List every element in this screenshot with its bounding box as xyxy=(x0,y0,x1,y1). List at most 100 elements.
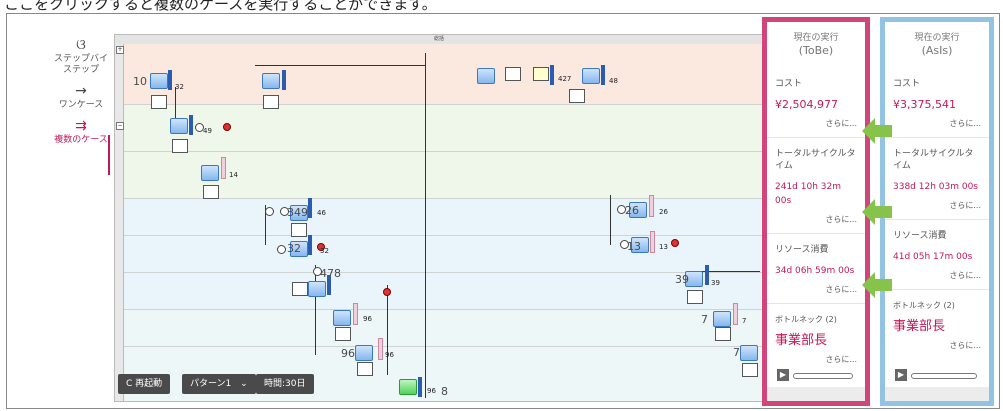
cost-section: コスト ¥2,504,977 さらに... xyxy=(767,78,865,138)
mode-one-case[interactable]: → ワンケース xyxy=(52,83,110,111)
swimlane xyxy=(124,310,763,347)
node-count: 32 xyxy=(175,83,184,91)
comparison-arrow-icon xyxy=(862,118,892,144)
process-node[interactable] xyxy=(582,68,600,84)
document-icon xyxy=(335,327,351,341)
queue-bar xyxy=(353,303,358,325)
multi-arrow-icon: ⇉ xyxy=(75,118,87,134)
flow-edge xyxy=(255,65,425,66)
step-icon: ଓ xyxy=(76,37,86,53)
process-node[interactable] xyxy=(477,68,495,84)
node-count: 7 xyxy=(733,346,740,359)
swimlane xyxy=(124,44,763,105)
swimlane xyxy=(124,152,763,199)
process-node[interactable] xyxy=(201,165,219,181)
end-event xyxy=(671,239,679,247)
queue-bar xyxy=(308,198,312,218)
pattern-select-value: パターン1 xyxy=(190,379,232,389)
swimlane xyxy=(124,273,763,310)
node-count: 39 xyxy=(711,279,720,287)
restart-button[interactable]: C 再起動 xyxy=(118,374,171,394)
bottleneck-section: ボトルネック (2) 事業部長 さらに... xyxy=(885,300,989,351)
queue-bar xyxy=(650,231,655,253)
resource-section: リソース消費 34d 06h 59m 00s さらに... xyxy=(767,244,865,304)
zoom-out-button[interactable]: − xyxy=(116,122,124,130)
node-count: 48 xyxy=(609,77,618,85)
simulation-mode-nav: ଓ ステップバイステップ → ワンケース ⇉ 複数のケース xyxy=(52,37,110,156)
comparison-arrow-icon xyxy=(862,272,892,298)
process-node-active[interactable] xyxy=(399,379,417,395)
flow-edge xyxy=(610,195,611,245)
document-icon xyxy=(292,282,308,296)
more-link[interactable]: さらに... xyxy=(775,118,857,129)
cost-value: ¥2,504,977 xyxy=(775,98,838,111)
more-link[interactable]: さらに... xyxy=(893,200,981,211)
swimlane xyxy=(124,236,763,273)
node-count: 13 xyxy=(659,243,668,251)
flow-edge xyxy=(425,53,426,398)
cost-value: ¥3,375,541 xyxy=(893,98,956,111)
time-button[interactable]: 時間:30日 xyxy=(256,374,314,394)
zoom-in-button[interactable]: + xyxy=(116,46,124,54)
queue-bar xyxy=(418,377,422,397)
process-node[interactable] xyxy=(150,73,168,89)
more-link[interactable]: さらに... xyxy=(893,118,981,129)
swimlane xyxy=(124,105,763,152)
process-diagram-canvas[interactable]: 総括 + − 10 32 49 14 349 46 32 32 478 96 9… xyxy=(114,34,764,402)
queue-bar xyxy=(705,265,709,285)
more-link[interactable]: さらに... xyxy=(893,340,981,351)
cycle-time-value: 241d 10h 32m 00s xyxy=(775,182,841,206)
mode-label: 複数のケース xyxy=(54,135,108,145)
panel-title: 現在の実行 xyxy=(793,33,839,43)
bottleneck-label: ボトルネック (2) xyxy=(893,301,955,310)
bottleneck-value: 事業部長 xyxy=(775,333,828,348)
process-node[interactable] xyxy=(713,311,731,327)
cycle-time-section: トータルサイクルタイム 338d 12h 03m 00s さらに... xyxy=(885,148,989,220)
mode-step-by-step[interactable]: ଓ ステップバイステップ xyxy=(52,37,110,76)
arrow-right-icon: → xyxy=(75,83,87,99)
comparison-arrow-icon xyxy=(862,199,892,225)
process-node[interactable] xyxy=(308,281,326,297)
mode-multiple-cases[interactable]: ⇉ 複数のケース xyxy=(52,118,110,146)
node-count: 14 xyxy=(229,171,238,179)
play-icon[interactable]: ▶ xyxy=(777,369,789,381)
more-link[interactable]: さらに... xyxy=(775,284,857,295)
process-node[interactable] xyxy=(170,118,188,134)
flow-edge xyxy=(387,285,388,375)
mode-label: ワンケース xyxy=(58,100,104,110)
mode-label: ステップバイステップ xyxy=(53,54,108,75)
gateway-node xyxy=(277,245,286,254)
node-count: 32 xyxy=(320,247,329,255)
cycle-time-section: トータルサイクルタイム 241d 10h 32m 00s さらに... xyxy=(767,148,865,234)
cost-label: コスト xyxy=(775,79,803,89)
node-count: 96 xyxy=(341,347,355,360)
process-node[interactable] xyxy=(262,73,280,89)
more-link[interactable]: さらに... xyxy=(775,214,857,225)
playback-slider[interactable] xyxy=(793,373,853,379)
cost-label: コスト xyxy=(893,79,921,89)
queue-bar xyxy=(189,115,193,135)
pattern-select[interactable]: パターン1 ⌄ xyxy=(182,374,256,394)
document-icon xyxy=(151,95,167,109)
playback-slider[interactable] xyxy=(911,373,977,379)
node-count: 96 xyxy=(385,351,394,359)
cycle-time-value: 338d 12h 03m 00s xyxy=(893,182,978,192)
more-link[interactable]: さらに... xyxy=(893,270,981,281)
cost-section: コスト ¥3,375,541 さらに... xyxy=(885,78,989,138)
play-icon[interactable]: ▶ xyxy=(895,369,907,381)
node-count: 7 xyxy=(742,317,747,325)
node-count: 39 xyxy=(675,273,689,286)
node-count: 32 xyxy=(287,242,301,255)
more-link[interactable]: さらに... xyxy=(775,354,857,365)
process-node[interactable] xyxy=(333,310,351,326)
resource-section: リソース消費 41d 05h 17m 00s さらに... xyxy=(885,230,989,290)
bottleneck-value: 事業部長 xyxy=(893,319,946,334)
document-icon xyxy=(291,223,307,237)
active-mode-indicator xyxy=(108,135,110,175)
document-icon xyxy=(172,139,188,153)
end-event xyxy=(223,123,231,131)
process-node[interactable] xyxy=(740,345,758,361)
process-node[interactable] xyxy=(355,345,373,361)
panel-subtitle: (AsIs) xyxy=(921,44,953,57)
queue-bar xyxy=(168,70,172,90)
